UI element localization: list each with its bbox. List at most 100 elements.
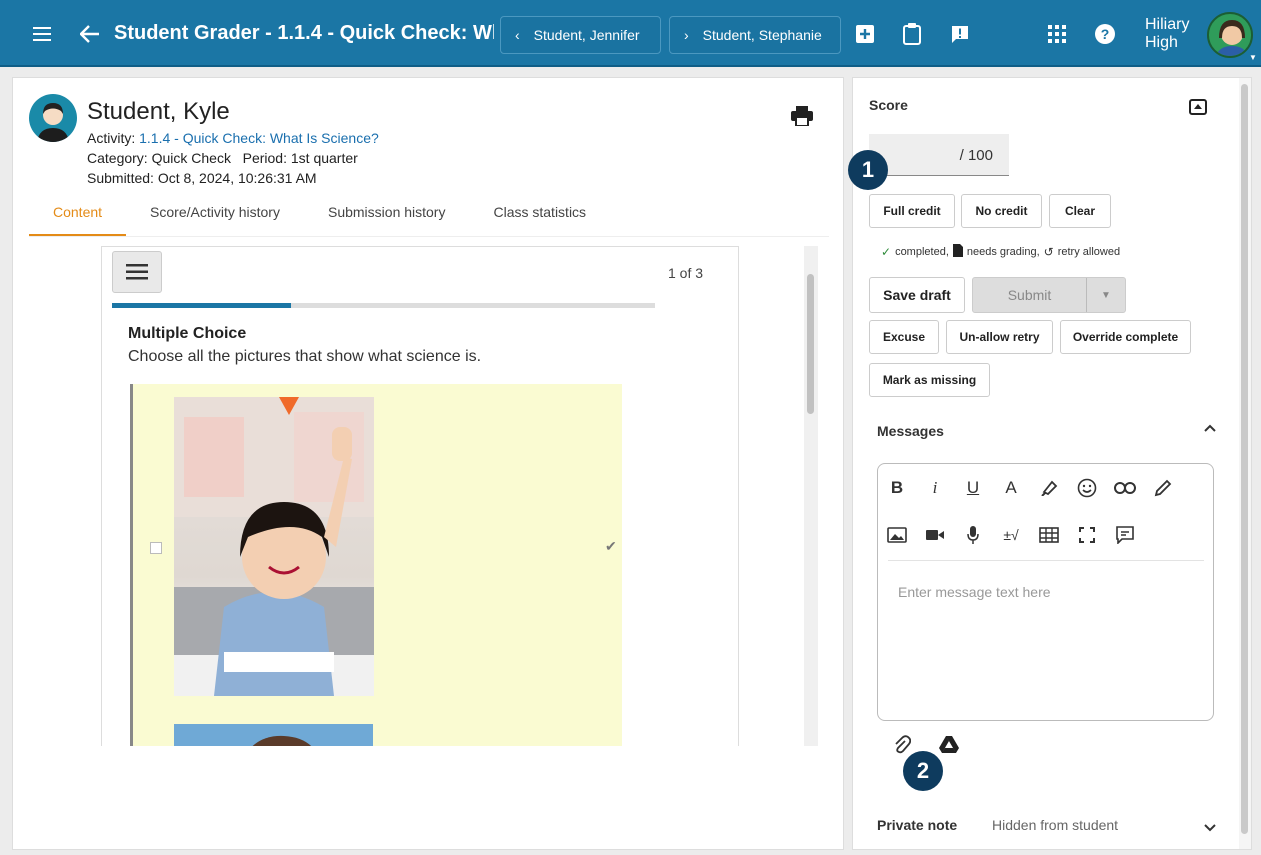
pencil-icon[interactable] — [1150, 475, 1176, 501]
scrollbar-thumb[interactable] — [1241, 84, 1248, 834]
editor-toolbar-divider — [888, 560, 1204, 561]
clipboard-icon[interactable] — [900, 0, 924, 67]
private-note-label: Private note — [877, 817, 958, 833]
bold-icon[interactable]: B — [884, 475, 910, 501]
italic-icon[interactable]: i — [922, 475, 948, 501]
feedback-alert-icon[interactable] — [948, 0, 972, 67]
question-content: 1 of 3 Multiple Choice Choose all the pi… — [101, 246, 739, 746]
status-retry: retry allowed — [1057, 246, 1121, 258]
apps-grid-icon[interactable] — [1045, 0, 1069, 67]
link-icon[interactable] — [1112, 475, 1138, 501]
school-name[interactable]: Hiliary High — [1145, 16, 1195, 52]
top-bar: Student Grader - 1.1.4 - Quick Check: Wh… — [0, 0, 1261, 67]
comment-icon[interactable] — [1112, 522, 1138, 548]
scrollbar-thumb[interactable] — [807, 274, 814, 414]
progress-fill — [112, 303, 292, 308]
content-scrollbar[interactable] — [804, 246, 818, 746]
chevron-down-icon[interactable] — [1203, 820, 1217, 838]
correct-check-icon: ✔ — [605, 538, 617, 554]
grading-panel-scrollbar[interactable] — [1239, 78, 1251, 849]
tab-submission-history[interactable]: Submission history — [304, 192, 470, 236]
status-completed: completed, — [895, 246, 949, 258]
tab-bar: Content Score/Activity history Submissio… — [29, 192, 610, 236]
private-note-hint: Hidden from student — [992, 817, 1119, 833]
messages-label: Messages — [877, 423, 944, 439]
submitted-text: Submitted: Oct 8, 2024, 10:26:31 AM — [87, 170, 317, 186]
submission-status: ✓ completed, needs grading, ↺ retry allo… — [881, 244, 1120, 260]
tab-class-statistics[interactable]: Class statistics — [469, 192, 610, 236]
message-text-input[interactable]: Enter message text here — [898, 584, 1051, 600]
category-line: Category: Quick Check Period: 1st quarte… — [87, 150, 358, 166]
unallow-retry-button[interactable]: Un-allow retry — [946, 320, 1053, 354]
chevron-right-icon: › — [684, 27, 689, 43]
help-icon[interactable]: ? — [1093, 0, 1117, 67]
answer-choice: ✔ — [130, 384, 622, 746]
choice-checkbox[interactable] — [150, 542, 162, 554]
clear-button[interactable]: Clear — [1049, 194, 1111, 228]
menu-icon — [126, 264, 148, 280]
hamburger-menu-icon[interactable] — [26, 0, 58, 67]
activity-link[interactable]: 1.1.4 - Quick Check: What Is Science? — [139, 130, 379, 146]
period-text: Period: 1st quarter — [242, 150, 358, 166]
back-arrow-icon[interactable] — [76, 0, 104, 67]
image-icon[interactable] — [884, 522, 910, 548]
next-student-label: Student, Stephanie — [702, 27, 822, 43]
tab-content[interactable]: Content — [29, 192, 127, 236]
girl-raising-hand-image — [174, 397, 374, 696]
question-type: Multiple Choice — [128, 325, 247, 342]
second-choice-image — [174, 724, 373, 746]
emoji-icon[interactable] — [1074, 475, 1100, 501]
status-needs-grading: needs grading, — [966, 246, 1040, 258]
user-avatar[interactable] — [1207, 12, 1253, 58]
tab-score-activity-history[interactable]: Score/Activity history — [126, 192, 304, 236]
retry-icon: ↺ — [1043, 245, 1054, 259]
activity-label: Activity: — [87, 130, 136, 146]
submit-dropdown-icon[interactable]: ▼ — [1086, 278, 1125, 312]
tab-divider — [29, 236, 829, 237]
grading-panel: Score / 100 Full credit No credit Clear … — [852, 77, 1252, 850]
page-title: Student Grader - 1.1.4 - Quick Check: Wh… — [114, 22, 494, 44]
math-equation-icon[interactable]: ±√ — [998, 522, 1024, 548]
question-progress-bar — [112, 303, 655, 308]
user-menu-caret-icon[interactable]: ▼ — [1249, 53, 1257, 62]
student-avatar — [29, 94, 77, 142]
add-box-icon[interactable] — [853, 0, 877, 67]
font-color-icon[interactable]: A — [998, 475, 1024, 501]
prev-student-button[interactable]: ‹ Student, Jennifer — [500, 16, 661, 54]
highlighter-icon[interactable] — [1036, 475, 1062, 501]
no-credit-button[interactable]: No credit — [961, 194, 1042, 228]
question-menu-button[interactable] — [112, 251, 162, 293]
excuse-button[interactable]: Excuse — [869, 320, 939, 354]
chevron-left-icon: ‹ — [515, 27, 520, 43]
table-icon[interactable] — [1036, 522, 1062, 548]
question-pager: 1 of 3 — [668, 265, 704, 281]
question-prompt: Choose all the pictures that show what s… — [128, 348, 482, 365]
fullscreen-icon[interactable] — [1074, 522, 1100, 548]
save-draft-button[interactable]: Save draft — [869, 277, 965, 313]
microphone-icon[interactable] — [960, 522, 986, 548]
student-submission-panel: Student, Kyle Activity: 1.1.4 - Quick Ch… — [12, 77, 844, 850]
mark-missing-button[interactable]: Mark as missing — [869, 363, 990, 397]
video-icon[interactable] — [922, 522, 948, 548]
category-text: Category: Quick Check — [87, 150, 231, 166]
student-name: Student, Kyle — [87, 98, 230, 125]
callout-badge-2: 2 — [903, 751, 943, 791]
underline-icon[interactable]: U — [960, 475, 986, 501]
submit-label: Submit — [1007, 287, 1052, 303]
svg-text:?: ? — [1101, 26, 1110, 42]
activity-line: Activity: 1.1.4 - Quick Check: What Is S… — [87, 130, 379, 146]
document-icon — [952, 244, 963, 260]
override-complete-button[interactable]: Override complete — [1060, 320, 1191, 354]
score-input[interactable]: / 100 — [869, 134, 1009, 176]
collapse-panel-icon[interactable] — [1189, 99, 1207, 120]
check-icon: ✓ — [881, 245, 892, 259]
print-icon[interactable] — [791, 106, 813, 131]
score-label: Score — [869, 97, 908, 113]
google-drive-icon[interactable] — [939, 736, 959, 758]
next-student-button[interactable]: › Student, Stephanie — [669, 16, 841, 54]
prev-student-label: Student, Jennifer — [533, 27, 640, 43]
message-editor: B i U A ±√ Enter message text here — [877, 463, 1214, 721]
chevron-up-icon[interactable] — [1203, 420, 1217, 438]
full-credit-button[interactable]: Full credit — [869, 194, 955, 228]
submit-button[interactable]: Submit ▼ — [972, 277, 1126, 313]
